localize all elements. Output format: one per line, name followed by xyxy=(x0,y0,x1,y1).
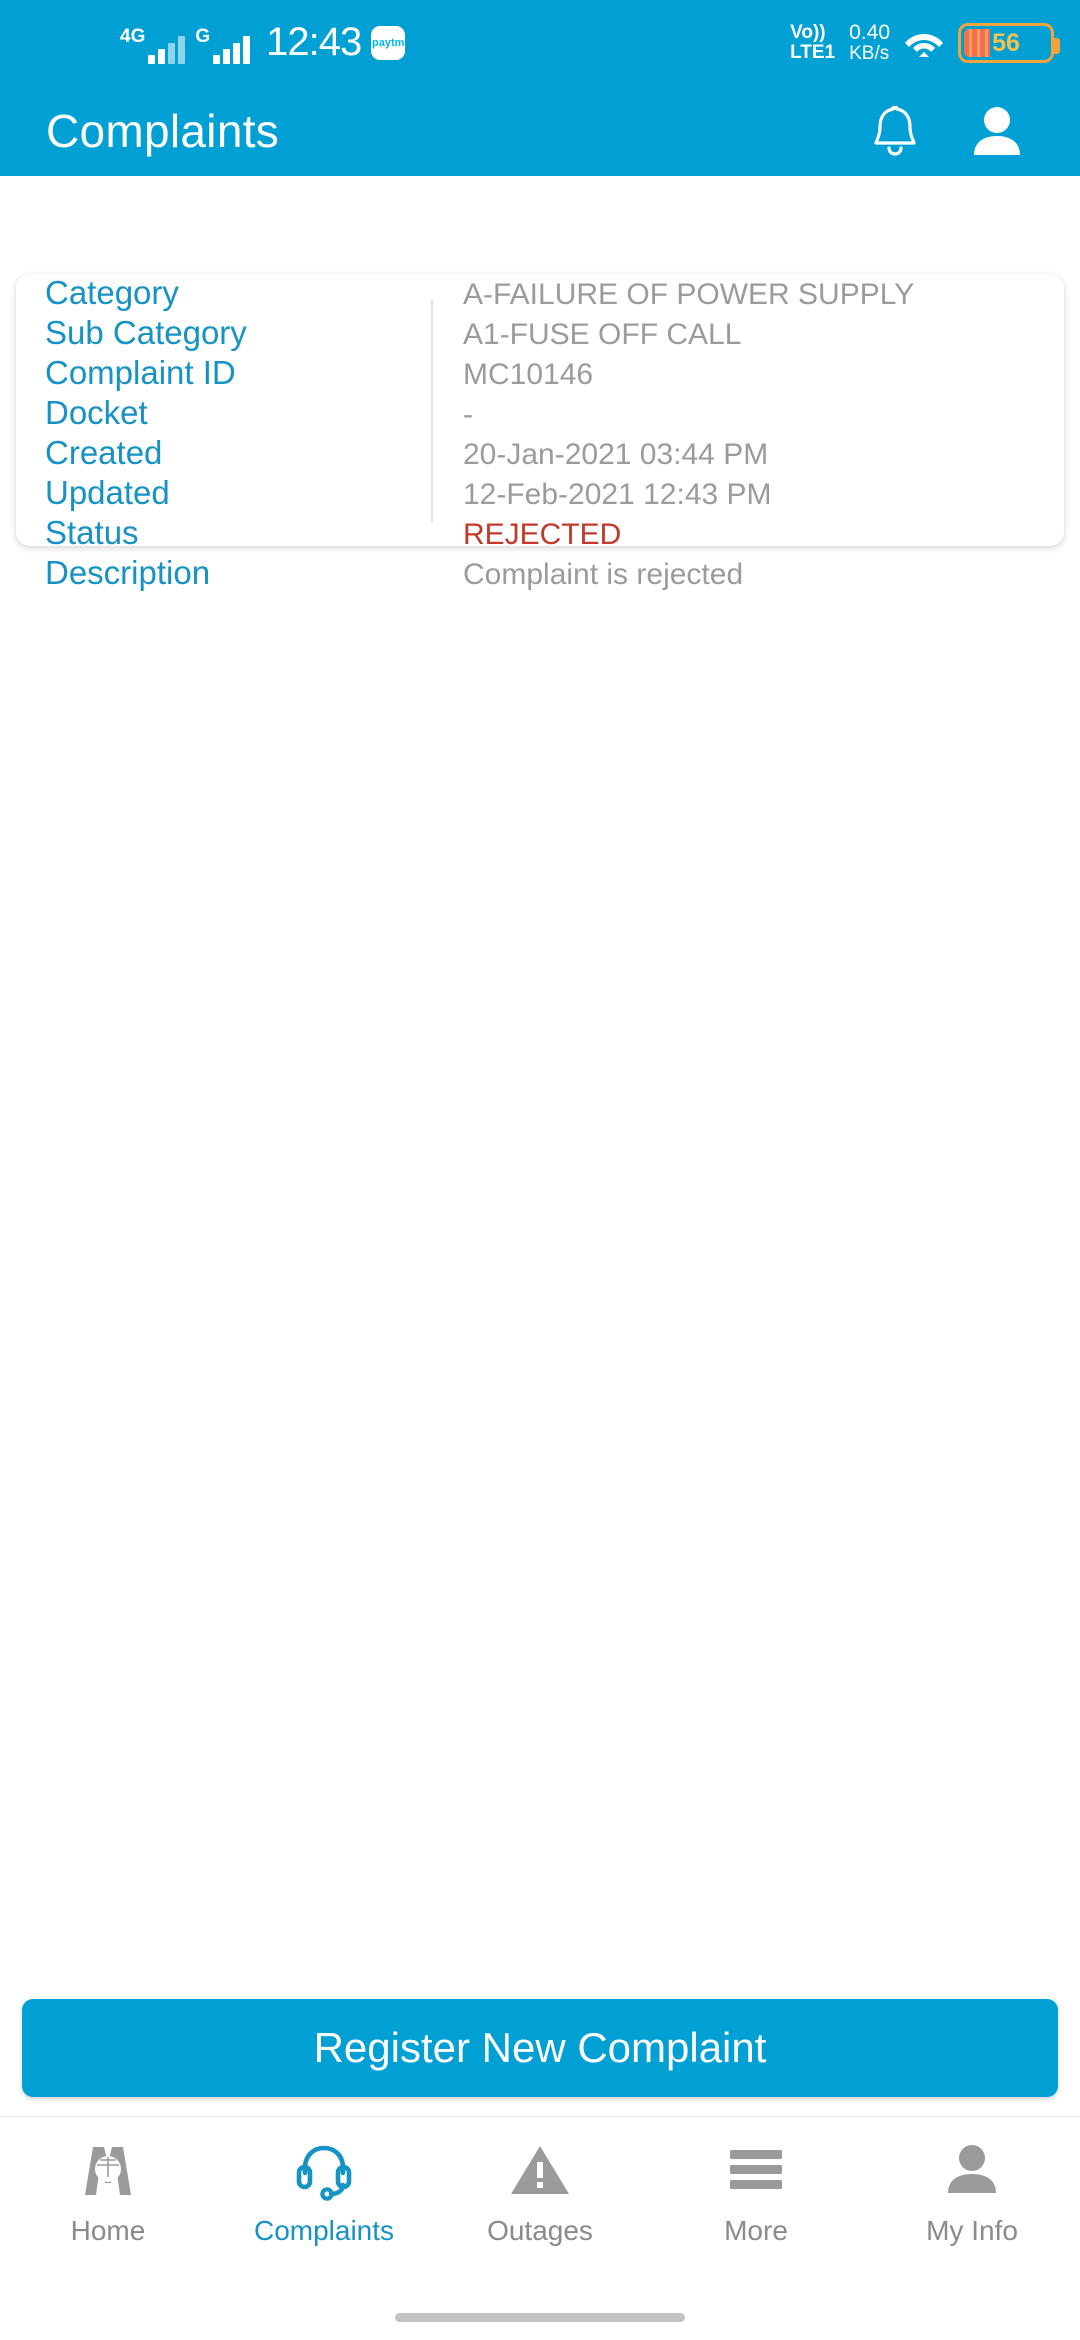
status-bar-clock: 12:43 xyxy=(266,20,362,64)
page-title: Complaints xyxy=(46,105,280,157)
detail-value: MC10146 xyxy=(463,358,594,391)
gesture-home-indicator[interactable] xyxy=(395,2313,685,2322)
paytm-notification-icon: paytm xyxy=(371,26,406,60)
detail-value: A-FAILURE OF POWER SUPPLY xyxy=(463,278,915,311)
wifi-icon xyxy=(904,26,944,60)
detail-value: A1-FUSE OFF CALL xyxy=(463,318,742,351)
status-bar-left: 4G G 12:43 paytm xyxy=(120,20,406,64)
detail-row: Created 20-Jan-2021 03:44 PM xyxy=(16,434,1064,474)
detail-label: Description xyxy=(45,554,211,591)
detail-label: Complaint ID xyxy=(45,354,236,391)
detail-label: Status xyxy=(45,514,139,551)
detail-row: Category A-FAILURE OF POWER SUPPLY xyxy=(16,274,1064,314)
nav-item-outages[interactable]: Outages xyxy=(432,2139,648,2247)
nav-item-label: More xyxy=(724,2215,788,2246)
nav-item-complaints[interactable]: Complaints xyxy=(216,2139,432,2247)
bottom-navigation-bar: Home Complaints Outages More My Info xyxy=(0,2116,1080,2340)
nav-item-home[interactable]: Home xyxy=(0,2139,216,2247)
detail-row: Complaint ID MC10146 xyxy=(16,354,1064,394)
sim2-signal: G xyxy=(195,26,251,64)
data-speed-unit: KB/s xyxy=(849,43,890,64)
detail-label: Created xyxy=(45,434,163,471)
detail-value: - xyxy=(463,398,473,431)
complaint-detail-card: Category A-FAILURE OF POWER SUPPLY Sub Cat… xyxy=(16,274,1064,591)
nav-item-label: Complaints xyxy=(253,2215,395,2246)
nav-item-label: Home xyxy=(70,2215,146,2246)
warning-triangle-icon xyxy=(509,2139,571,2201)
detail-value: REJECTED xyxy=(463,518,622,551)
battery-percent-label: 56 xyxy=(992,28,1020,57)
m-logo-icon xyxy=(77,2139,139,2201)
detail-row: Docket - xyxy=(16,394,1064,434)
hamburger-icon xyxy=(726,2139,786,2201)
detail-value: 12-Feb-2021 12:43 PM xyxy=(463,478,772,511)
sim1-network-label: 4G xyxy=(120,26,146,47)
detail-row: Updated 12-Feb-2021 12:43 PM xyxy=(16,474,1064,514)
status-bar-right: Vo)) LTE1 0.40 KB/s 56 xyxy=(790,22,1060,64)
detail-row: Status REJECTED xyxy=(16,514,1064,554)
volte-line-2: LTE1 xyxy=(790,42,836,63)
nav-item-my-info[interactable]: My Info xyxy=(864,2139,1080,2247)
sim2-signal-bars-icon xyxy=(213,34,251,64)
sim2-network-label: G xyxy=(195,26,211,47)
detail-value: Complaint is rejected xyxy=(463,558,744,591)
data-speed-value: 0.40 xyxy=(849,21,890,44)
detail-label: Category xyxy=(45,274,179,311)
phone-screen: 4G G 12:43 paytm Vo)) LTE1 0.40 KB/s 56 … xyxy=(0,0,1080,2340)
nav-item-more[interactable]: More xyxy=(648,2139,864,2247)
detail-label: Docket xyxy=(45,394,148,431)
nav-item-label: Outages xyxy=(487,2215,593,2246)
detail-value: 20-Jan-2021 03:44 PM xyxy=(463,438,769,471)
complaint-detail-rows: Category A-FAILURE OF POWER SUPPLY Sub Cat… xyxy=(16,274,1064,594)
volte-indicator: Vo)) LTE1 xyxy=(790,23,835,63)
sim1-signal: 4G xyxy=(120,26,186,64)
data-speed-indicator: 0.40 KB/s xyxy=(849,22,890,64)
sim1-signal-bars-icon xyxy=(148,34,186,64)
person-icon xyxy=(943,2139,1001,2201)
bell-icon[interactable] xyxy=(864,100,926,162)
volte-line-1: Vo)) xyxy=(790,22,826,43)
headset-icon xyxy=(293,2139,355,2201)
app-bar: Complaints xyxy=(0,86,1080,176)
detail-label: Updated xyxy=(45,474,170,511)
detail-row: Description Complaint is rejected xyxy=(16,554,1064,594)
battery-icon: 56 xyxy=(958,23,1060,63)
app-bar-actions xyxy=(864,100,1028,162)
nav-item-label: My Info xyxy=(926,2215,1018,2246)
detail-row: Sub Category A1-FUSE OFF CALL xyxy=(16,314,1064,354)
register-new-complaint-button[interactable]: Register New Complaint xyxy=(22,1999,1058,2097)
detail-label: Sub Category xyxy=(45,314,247,351)
profile-person-icon[interactable] xyxy=(966,100,1028,162)
status-bar: 4G G 12:43 paytm Vo)) LTE1 0.40 KB/s 56 xyxy=(0,0,1080,86)
